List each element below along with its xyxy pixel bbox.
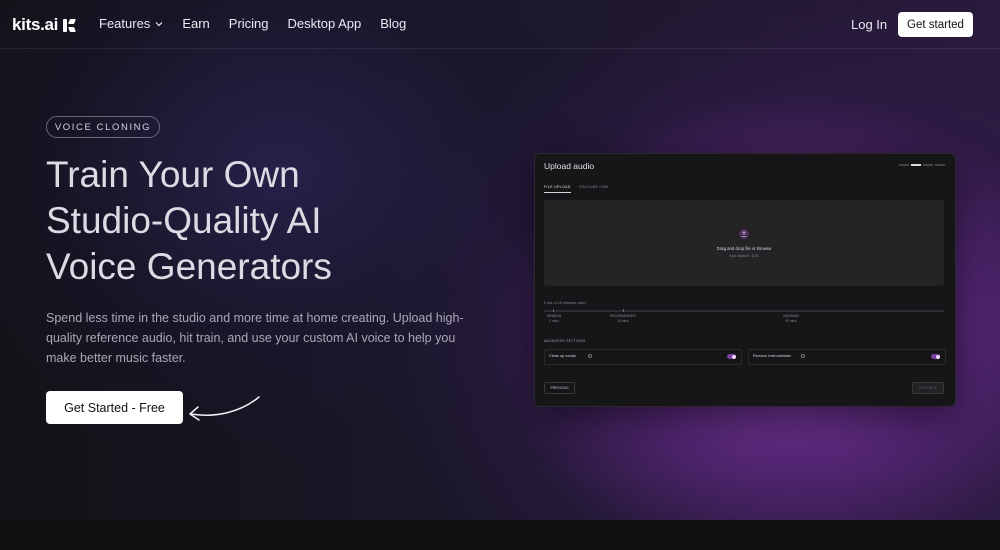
nav-item-label: Blog <box>380 16 407 31</box>
hero-title-line: Train Your Own <box>46 154 300 195</box>
step-dot-active <box>911 164 921 166</box>
step-indicator <box>899 164 945 166</box>
info-icon[interactable] <box>801 354 805 358</box>
continue-button[interactable]: CONTINUE <box>912 382 944 394</box>
marker-maximum: MAXIMUM 40 mins <box>777 314 805 323</box>
marker-minimum: MINIMUM 2 mins <box>540 314 568 323</box>
upload-audio-preview: Upload audio FILE UPLOAD YOUTUBE LINK Dr… <box>534 153 956 407</box>
previous-button[interactable]: PREVIOUS <box>544 382 575 394</box>
nav-item-label: Earn <box>182 16 210 31</box>
curved-arrow-icon <box>189 396 260 421</box>
nav-item-features[interactable]: Features <box>99 16 163 31</box>
step-dot <box>935 164 945 166</box>
chevron-down-icon <box>155 21 163 26</box>
clean-up-vocals-toggle[interactable] <box>727 354 736 359</box>
usage-progress-bar <box>544 309 944 312</box>
marker-recommended: RECOMMENDED 10 mins <box>605 314 641 323</box>
option-label: Clean up vocals <box>549 354 577 358</box>
nav-item-pricing[interactable]: Pricing <box>229 16 269 31</box>
nav-item-blog[interactable]: Blog <box>380 16 406 31</box>
advanced-settings-label: ADVANCED SETTINGS <box>544 339 586 343</box>
nav-item-desktop-app[interactable]: Desktop App <box>288 16 362 31</box>
nav-item-label: Desktop App <box>287 16 362 31</box>
upload-icon <box>739 229 749 239</box>
marker-value: 2 mins <box>549 318 559 323</box>
get-started-button[interactable]: Get started <box>898 12 973 37</box>
minimum-tick <box>553 309 554 312</box>
option-label: Remove Instrumentals <box>753 354 791 358</box>
logo[interactable]: kits.ai <box>12 15 77 35</box>
tab-youtube-link[interactable]: YOUTUBE LINK <box>579 185 609 193</box>
file-dropzone[interactable]: Drag and drop file or Browse Max dataset… <box>544 200 944 286</box>
info-icon[interactable] <box>588 354 592 358</box>
get-started-free-button[interactable]: Get Started - Free <box>46 391 183 424</box>
nav-item-label: Pricing <box>228 16 269 31</box>
bottom-band <box>0 520 1000 550</box>
remove-instrumentals-toggle[interactable] <box>931 354 940 359</box>
step-dot <box>899 164 909 166</box>
option-clean-up-vocals: Clean up vocals <box>544 349 742 365</box>
upload-audio-title: Upload audio <box>544 161 595 171</box>
dropzone-subtext: Max dataset: 1GB <box>729 254 759 258</box>
nav-item-label: Features <box>99 16 151 31</box>
nav-links: Features Earn Pricing Desktop App Blog <box>99 16 406 31</box>
step-dot <box>923 164 933 166</box>
login-link[interactable]: Log In <box>851 17 887 32</box>
hero-title-line: Voice Generators <box>46 246 332 287</box>
option-remove-instrumentals: Remove Instrumentals <box>748 349 946 365</box>
tab-file-upload[interactable]: FILE UPLOAD <box>544 185 571 193</box>
upload-tabs: FILE UPLOAD YOUTUBE LINK <box>544 185 609 193</box>
recommended-tick <box>623 309 624 312</box>
voice-cloning-tag: VOICE CLONING <box>46 116 160 138</box>
hero-title-line: Studio-Quality AI <box>46 200 322 241</box>
marker-label: RECOMMENDED <box>610 314 636 318</box>
nav-item-earn[interactable]: Earn <box>182 16 209 31</box>
hero-title: Train Your Own Studio-Quality AI Voice G… <box>46 152 506 290</box>
marker-value: 40 mins <box>785 318 797 323</box>
dropzone-text: Drag and drop file or Browse <box>716 246 772 251</box>
top-nav: kits.ai Features Earn Pricing Desktop Ap… <box>0 0 1000 49</box>
logo-text: kits.ai <box>12 15 59 34</box>
usage-text: 0 out of 10 minutes used <box>544 301 586 305</box>
logo-mark-icon <box>63 18 77 32</box>
hero-subtitle: Spend less time in the studio and more t… <box>46 311 464 365</box>
marker-value: 10 mins <box>617 318 629 323</box>
